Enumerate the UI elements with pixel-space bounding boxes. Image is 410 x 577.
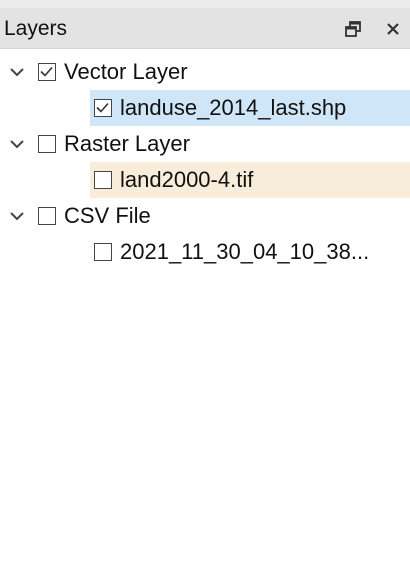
chevron-down-icon[interactable]: [6, 205, 28, 227]
tree-item-landuse-shp[interactable]: landuse_2014_last.shp: [90, 90, 410, 126]
checkbox-csv-data[interactable]: [94, 243, 112, 261]
layer-group-label: CSV File: [64, 203, 151, 228]
layer-label: landuse_2014_last.shp: [120, 95, 347, 120]
checkbox-csv-file[interactable]: [38, 207, 56, 225]
close-icon[interactable]: [382, 18, 404, 40]
layers-panel: Layers Vector Layer landuse_2014_last.sh…: [0, 0, 410, 577]
chevron-down-icon[interactable]: [6, 61, 28, 83]
chevron-down-icon[interactable]: [6, 133, 28, 155]
layer-label: land2000-4.tif: [120, 167, 254, 192]
tree-item-vector-layer[interactable]: Vector Layer: [0, 54, 410, 90]
checkbox-land2000-tif[interactable]: [94, 171, 112, 189]
checkbox-raster-layer[interactable]: [38, 135, 56, 153]
panel-titlebar: Layers: [0, 8, 410, 49]
tree-item-csv-file[interactable]: CSV File: [0, 198, 410, 234]
panel-top-border: [0, 0, 410, 8]
tree-item-raster-layer[interactable]: Raster Layer: [0, 126, 410, 162]
layer-group-label: Raster Layer: [64, 131, 190, 156]
checkbox-vector-layer[interactable]: [38, 63, 56, 81]
layer-label: 2021_11_30_04_10_38...: [120, 239, 370, 264]
float-window-icon[interactable]: [342, 18, 364, 40]
tree-item-land2000-tif[interactable]: land2000-4.tif: [90, 162, 410, 198]
panel-title: Layers: [4, 17, 68, 40]
tree-item-csv-data[interactable]: 2021_11_30_04_10_38...: [90, 234, 410, 270]
layer-group-label: Vector Layer: [64, 59, 188, 84]
checkbox-landuse-shp[interactable]: [94, 99, 112, 117]
